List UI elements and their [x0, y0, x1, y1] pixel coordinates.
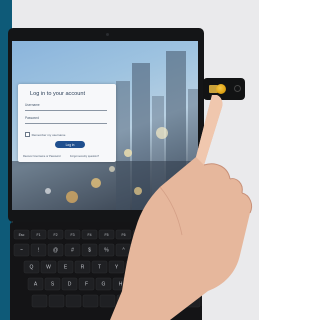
hand-illustration [110, 95, 253, 320]
keyboard-key-label: Q [30, 265, 34, 271]
keyboard-key-label: @ [53, 248, 58, 254]
keyboard-key-label: D [68, 282, 72, 288]
keyboard-key[interactable] [65, 294, 82, 308]
keyboard-key-label: F3 [70, 233, 74, 237]
keyboard-key-label: ! [38, 248, 39, 254]
password-field[interactable] [25, 123, 107, 124]
keyboard-key-label: W [46, 265, 51, 271]
keyboard-key[interactable] [31, 294, 48, 308]
remember-checkbox[interactable] [25, 132, 30, 137]
keyboard-key-label: F1 [36, 233, 40, 237]
keyboard-key[interactable] [82, 294, 99, 308]
keyboard-key-label: Esc [19, 233, 25, 237]
right-edge-strip [259, 0, 261, 320]
keyboard-key[interactable] [48, 294, 65, 308]
forgot-security-question-link[interactable]: Forgot security question? [70, 155, 99, 158]
keyboard-key-label: F [85, 282, 88, 288]
webcam [106, 33, 109, 36]
password-label: Password [25, 116, 39, 120]
login-button[interactable]: Log in [55, 141, 85, 148]
username-label: Username [25, 103, 40, 107]
keyboard-key-label: # [71, 248, 74, 254]
touch-sensor-icon[interactable] [216, 84, 226, 94]
keyboard-key-label: $ [88, 248, 91, 254]
remember-username-option[interactable]: Remember my username [25, 132, 65, 137]
recover-username-link[interactable]: Recover Username or Password [23, 155, 60, 158]
keyboard-key-label: ~ [20, 248, 23, 254]
keyboard-key-label: R [81, 265, 85, 271]
username-field[interactable] [25, 110, 107, 111]
keyboard-key-label: F4 [87, 233, 91, 237]
keyring-hole [234, 85, 241, 92]
keyboard-key-label: F2 [53, 233, 57, 237]
remember-label: Remember my username [31, 132, 66, 137]
